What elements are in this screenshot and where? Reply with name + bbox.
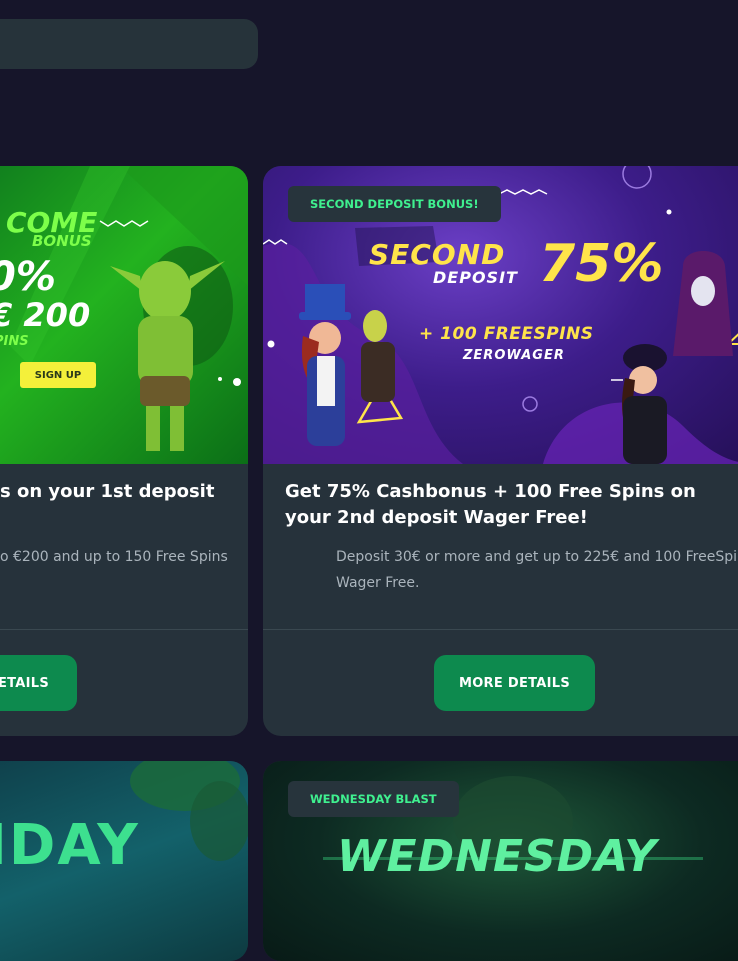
promo-card-title: Get 75% Cashbonus + 100 Free Spins on yo…: [285, 481, 696, 528]
promo-card-image: IDAY: [0, 761, 248, 961]
hero-bonus-text: BONUS: [32, 232, 92, 250]
promo-card-wednesday-blast: WEDNESDAY BLAST WEDNESDAY: [263, 761, 738, 961]
promo-card-second-deposit: SECOND DEPOSIT BONUS! SECOND DEPOSIT 75%…: [263, 166, 738, 736]
hero-zerowager-text: ZEROWAGER: [463, 348, 565, 363]
hero-wednesday-text: WEDNESDAY: [337, 831, 658, 882]
promo-card-description: o €200 and up to 150 Free Spins: [0, 549, 228, 565]
promo-badge: SECOND DEPOSIT BONUS!: [288, 186, 501, 222]
search-bar[interactable]: [0, 19, 258, 69]
promo-card-image: SECOND DEPOSIT BONUS! SECOND DEPOSIT 75%…: [263, 166, 738, 464]
hero-signup-button[interactable]: SIGN UP: [20, 362, 96, 388]
hero-deposit-text: DEPOSIT: [433, 268, 518, 287]
hero-spins-text: PINS: [0, 334, 29, 349]
promo-card-description: Deposit 30€ or more and get up to 225€ a…: [336, 549, 738, 591]
card-divider: [263, 629, 738, 630]
promo-badge: WEDNESDAY BLAST: [288, 781, 459, 817]
hero-second-text: SECOND: [369, 238, 506, 271]
hero-day-text: IDAY: [0, 813, 140, 878]
hero-percent-text: 75%: [539, 234, 664, 294]
promo-card-title: s on your 1st deposit: [0, 481, 215, 502]
more-details-button[interactable]: MORE DETAILS: [434, 655, 595, 711]
more-details-button[interactable]: ETAILS: [0, 655, 77, 711]
promo-card-welcome: COME BONUS 0% € 200 PINS SIGN UP s on yo…: [0, 166, 248, 736]
hero-percent-text: 0%: [0, 254, 56, 300]
hero-amount-text: € 200: [0, 296, 91, 334]
promo-card-image: WEDNESDAY BLAST WEDNESDAY: [263, 761, 738, 961]
card-divider: [0, 629, 248, 630]
hero-freespins-text: + 100 FREESPINS: [419, 324, 594, 344]
promo-card-image: COME BONUS 0% € 200 PINS SIGN UP: [0, 166, 248, 464]
promo-card-bottom-left: IDAY: [0, 761, 248, 961]
